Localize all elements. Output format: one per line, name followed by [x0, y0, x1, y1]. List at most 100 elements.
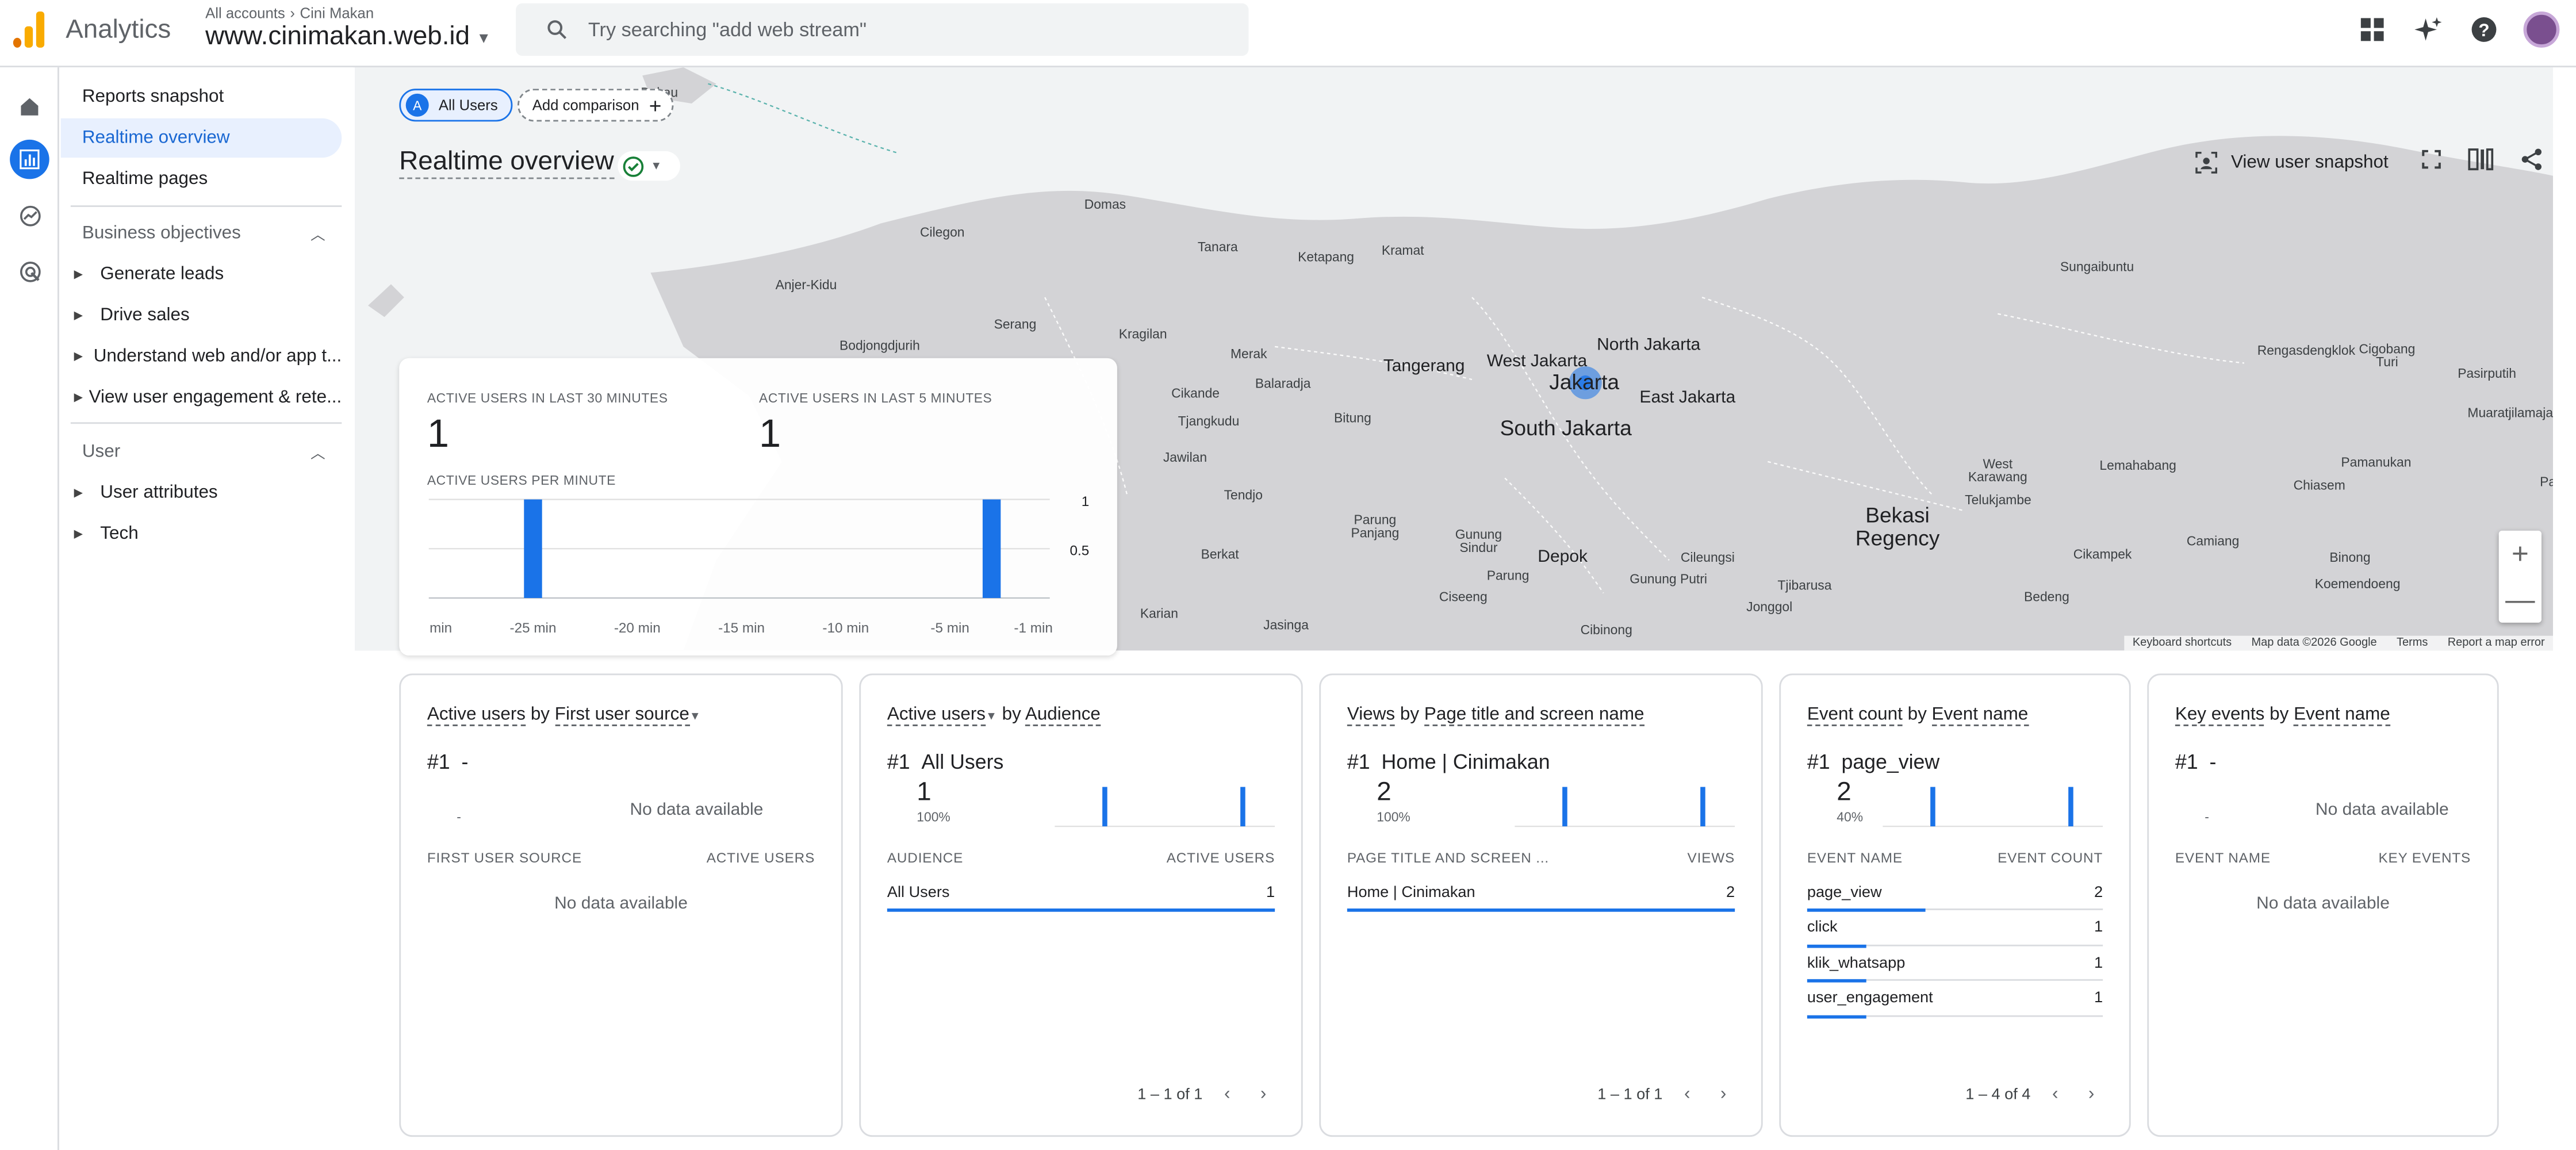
dimension-selector[interactable]: Page title and screen name [1424, 704, 1644, 726]
fullscreen-icon[interactable] [2421, 150, 2441, 174]
column-header[interactable]: PAGE TITLE AND SCREEN ... [1347, 849, 1549, 866]
map-place-label: Cikampek [2073, 547, 2132, 562]
table-row[interactable]: All Users 1 [887, 876, 1275, 912]
column-header[interactable]: FIRST USER SOURCE [427, 849, 582, 866]
column-header[interactable]: AUDIENCE [887, 849, 963, 866]
map-place-label: Rengasdengklok [2257, 343, 2356, 358]
caret-down-icon[interactable]: ▼ [986, 711, 997, 723]
x-tick-label: -10 min [822, 620, 869, 636]
report-map-error-link[interactable]: Report a map error [2448, 638, 2545, 649]
search-bar[interactable]: Try searching "add web stream" [516, 3, 1249, 56]
map-place-label: Cibinong [1580, 622, 1632, 638]
caret-down-icon[interactable]: ▼ [689, 711, 701, 723]
dimension-selector[interactable]: Event name [2294, 704, 2390, 726]
sidebar-item-realtime-overview[interactable]: Realtime overview [60, 118, 342, 158]
sidebar-item-user-attributes[interactable]: ▶ User attributes [61, 473, 342, 513]
chevron-right-icon[interactable]: › [1712, 1083, 1735, 1106]
column-header[interactable]: EVENT NAME [2175, 849, 2271, 866]
apps-grid-icon[interactable] [2356, 13, 2389, 46]
map-place-label: Serang [994, 317, 1037, 332]
help-icon[interactable]: ? [2467, 13, 2500, 46]
metric-selector[interactable]: Event count [1807, 704, 1903, 726]
dimension-selector[interactable]: First user source [555, 704, 689, 726]
sidebar-item-user-engagement[interactable]: ▶ View user engagement & rete... [61, 378, 342, 417]
dimension-selector[interactable]: Event name [1931, 704, 2029, 726]
map-place-label: East Jakarta [1639, 388, 1736, 408]
table-row[interactable]: klik_whatsapp 1 [1807, 946, 2103, 983]
row-value: 2 [1726, 883, 1735, 902]
explore-icon[interactable] [10, 195, 49, 235]
zoom-out-button[interactable]: — [2499, 577, 2542, 623]
column-header[interactable]: EVENT COUNT [1998, 849, 2103, 866]
avatar[interactable] [2523, 12, 2560, 48]
minute-bar[interactable] [982, 499, 1001, 598]
map-place-label: Ketapang [1298, 250, 1355, 264]
sidebar-item-tech[interactable]: ▶ Tech [61, 514, 342, 554]
map-place-label: Kragilan [1118, 327, 1167, 342]
comparison-chip-all-users[interactable]: A All Users [399, 89, 513, 122]
chevron-left-icon[interactable]: ‹ [1216, 1083, 1239, 1106]
map-place-label: Parung Panjang [1351, 512, 1400, 542]
sidebar-section-user[interactable]: User ︿ [61, 432, 342, 471]
top-item: #1 page_view [1807, 751, 1939, 774]
table-row[interactable]: Home | Cinimakan 2 [1347, 876, 1735, 912]
sidebar-item-generate-leads[interactable]: ▶ Generate leads [61, 255, 342, 294]
chevron-right-icon[interactable]: › [2080, 1083, 2103, 1106]
sidebar-item-drive-sales[interactable]: ▶ Drive sales [61, 296, 342, 335]
home-icon[interactable] [10, 87, 49, 126]
sidebar-item-reports-snapshot[interactable]: Reports snapshot [61, 77, 342, 117]
keyboard-shortcuts-link[interactable]: Keyboard shortcuts [2133, 638, 2232, 649]
map-place-label: Bedeng [2024, 589, 2069, 605]
map-place-label: Cileungsi [1680, 550, 1735, 565]
column-header[interactable]: ACTIVE USERS [1167, 849, 1275, 866]
chevron-left-icon[interactable]: ‹ [1676, 1083, 1699, 1106]
add-comparison-button[interactable]: Add comparison + [518, 89, 673, 122]
plus-icon: + [649, 93, 662, 118]
share-icon[interactable] [2520, 148, 2543, 176]
sidebar-item-understand-web[interactable]: ▶ Understand web and/or app t... [61, 337, 342, 377]
caret-down-icon: ▼ [650, 160, 662, 172]
sidebar-item-realtime-pages[interactable]: Realtime pages [61, 159, 342, 199]
zoom-in-button[interactable]: + [2499, 531, 2542, 577]
compare-layout-icon[interactable] [2467, 148, 2494, 176]
map-place-label: Binong [2329, 550, 2371, 565]
metric-selector[interactable]: Active users [427, 704, 526, 726]
table-row[interactable]: user_engagement 1 [1807, 982, 2103, 1018]
column-header[interactable]: EVENT NAME [1807, 849, 1903, 866]
chevron-right-icon[interactable]: › [1252, 1083, 1275, 1106]
no-data-message: No data available [554, 894, 688, 914]
map-place-label: Domas [1084, 197, 1126, 212]
row-share-bar [887, 908, 1275, 912]
dimension-selector[interactable]: Audience [1025, 704, 1101, 726]
column-header[interactable]: ACTIVE USERS [707, 849, 815, 866]
metric-selector[interactable]: Views [1347, 704, 1395, 726]
metric-selector[interactable]: Key events [2175, 704, 2264, 726]
metric-selector[interactable]: Active users [887, 704, 986, 726]
minute-bar[interactable] [524, 499, 542, 598]
map-place-label: Sungaibuntu [2060, 259, 2134, 275]
breadcrumb[interactable]: All accounts › Cini Makan [205, 5, 374, 22]
sidebar-item-label: Drive sales [100, 305, 190, 325]
left-nav-rail [0, 67, 59, 1150]
view-user-snapshot-button[interactable]: View user snapshot [2195, 150, 2389, 173]
property-selector[interactable]: www.cinimakan.web.id ▼ [205, 23, 491, 52]
table-row[interactable]: click 1 [1807, 911, 2103, 948]
column-header[interactable]: VIEWS [1688, 849, 1735, 866]
sidebar-section-business-objectives[interactable]: Business objectives ︿ [61, 213, 342, 253]
table-row[interactable]: page_view 2 [1807, 876, 2103, 912]
breadcrumb-accounts[interactable]: All accounts [205, 5, 285, 22]
breadcrumb-account[interactable]: Cini Makan [300, 5, 374, 22]
active-users-30-value: 1 [427, 412, 450, 457]
chevron-left-icon[interactable]: ‹ [2044, 1083, 2067, 1106]
map-place-label: Kramat [1381, 243, 1424, 258]
card-title-by: by [2270, 704, 2289, 724]
reports-icon[interactable] [10, 139, 49, 179]
terms-link[interactable]: Terms [2397, 638, 2428, 649]
advertising-icon[interactable] [10, 251, 49, 291]
map-place-label: Tjangkudu [1178, 414, 1240, 429]
sparkle-icon[interactable] [2412, 13, 2444, 46]
analytics-logo[interactable] [13, 12, 46, 48]
column-header[interactable]: KEY EVENTS [2378, 849, 2471, 866]
data-quality-status[interactable]: ▼ [618, 151, 680, 181]
report-card: Active users by First user source▼ #1 -- N… [399, 673, 843, 1137]
